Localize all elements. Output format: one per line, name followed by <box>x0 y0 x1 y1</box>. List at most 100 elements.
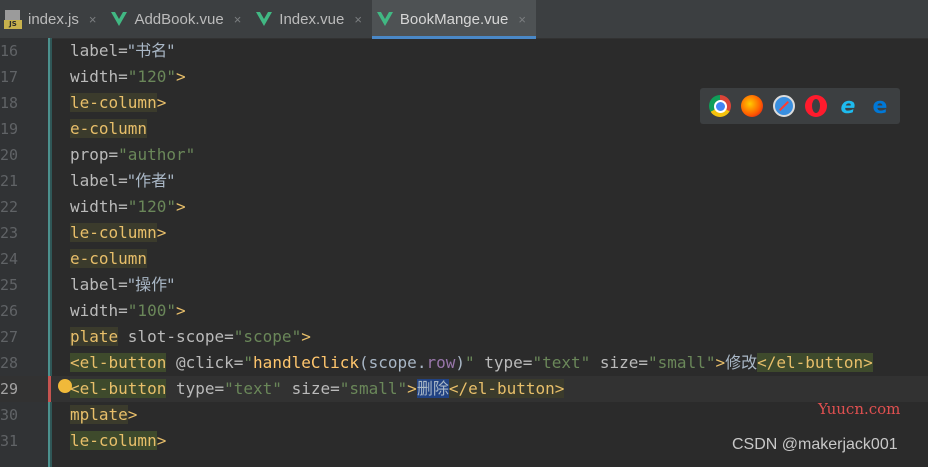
code-tag: plate <box>70 327 119 346</box>
line-number: 30 <box>0 406 19 424</box>
lightbulb-icon[interactable] <box>58 379 72 393</box>
code-tag: el-button <box>79 379 167 398</box>
safari-icon[interactable] <box>773 95 795 117</box>
code-property: row <box>426 353 456 372</box>
tab-label: index.js <box>28 10 79 28</box>
code-attr: type= <box>166 379 225 398</box>
line-number: 29 <box>0 380 19 398</box>
code-attr: prop= <box>70 145 119 164</box>
code-tag: le-column <box>70 93 157 112</box>
opera-icon[interactable] <box>805 95 827 117</box>
tab-label: AddBook.vue <box>134 10 224 28</box>
code-attr: label= <box>70 275 128 294</box>
code-tag: el-button <box>79 353 167 372</box>
code-attr: label= <box>70 41 128 60</box>
code-bracket: > <box>175 67 186 86</box>
code-text: ) <box>455 353 465 372</box>
code-bracket: > <box>301 327 311 346</box>
code-bracket: > <box>156 93 167 112</box>
code-tag: el-button <box>776 353 864 372</box>
vue-file-icon <box>256 12 273 26</box>
code-string: "small" <box>339 379 408 398</box>
code-attr: width= <box>70 67 128 86</box>
code-attr: size= <box>590 353 649 372</box>
tab-bookmange-vue[interactable]: BookMange.vue × <box>371 0 536 39</box>
code-bracket: < <box>70 353 80 372</box>
code-attr: slot-scope= <box>118 327 234 346</box>
code-string: " <box>243 353 254 372</box>
code-tag: el-button <box>468 379 555 398</box>
line-number: 31 <box>0 432 19 450</box>
code-attr: label= <box>70 171 128 190</box>
code-bracket: > <box>156 223 167 242</box>
code-line: 30 mplate> <box>0 402 928 428</box>
code-string: "120" <box>127 67 176 86</box>
line-number: 20 <box>0 146 19 164</box>
code-text: 修改 <box>725 353 758 372</box>
selected-text[interactable]: 删除 <box>416 379 449 398</box>
line-number: 22 <box>0 198 19 216</box>
line-number: 16 <box>0 42 19 60</box>
close-icon[interactable]: × <box>234 12 242 27</box>
line-number: 24 <box>0 250 19 268</box>
line-number: 18 <box>0 94 19 112</box>
code-function: handleClick <box>253 353 360 372</box>
js-file-icon: JS <box>4 9 22 29</box>
tab-addbook-vue[interactable]: AddBook.vue × <box>106 0 251 38</box>
code-string: "100" <box>127 301 176 320</box>
close-icon[interactable]: × <box>518 12 526 27</box>
ie-icon[interactable]: e <box>837 94 859 119</box>
code-line: 27 plate slot-scope="scope"> <box>0 324 928 350</box>
edge-icon[interactable]: e <box>869 94 891 119</box>
code-string: "作者" <box>127 171 175 190</box>
code-attr: type= <box>474 353 533 372</box>
vue-file-icon <box>111 12 128 26</box>
site-watermark: Yuucn.com <box>818 400 901 418</box>
line-number: 28 <box>0 354 19 372</box>
line-number: 21 <box>0 172 19 190</box>
line-number: 26 <box>0 302 19 320</box>
code-line: 16 label="书名" <box>0 38 928 64</box>
code-bracket: > <box>715 353 726 372</box>
code-string: "scope" <box>233 327 302 346</box>
browser-preview-bar: e e <box>700 88 900 124</box>
author-watermark: CSDN @makerjack001 <box>732 436 898 453</box>
code-string: "text" <box>224 379 282 398</box>
code-text: (scope. <box>359 353 427 372</box>
code-tag: e-column <box>70 119 148 138</box>
tab-index-js[interactable]: JS index.js × <box>0 0 106 38</box>
vue-file-icon <box>376 12 393 26</box>
code-bracket: > <box>863 353 873 372</box>
current-code-line: 29 <el-button type="text" size="small">删… <box>0 376 928 402</box>
close-icon[interactable]: × <box>89 12 97 27</box>
code-bracket: > <box>554 379 565 398</box>
tab-index-vue[interactable]: Index.vue × <box>251 0 372 38</box>
chrome-icon[interactable] <box>709 95 731 117</box>
code-string: "书名" <box>127 41 175 60</box>
close-icon[interactable]: × <box>354 12 362 27</box>
code-line: 20 prop="author" <box>0 142 928 168</box>
firefox-icon[interactable] <box>741 95 763 117</box>
code-line: 17 width="120"> <box>0 64 928 90</box>
code-bracket: > <box>127 405 138 424</box>
line-number: 27 <box>0 328 19 346</box>
code-line: 24 e-column <box>0 246 928 272</box>
code-attr: @click= <box>166 353 244 372</box>
code-string: "text" <box>532 353 591 372</box>
code-bracket: </ <box>757 353 777 372</box>
code-line: 21 label="作者" <box>0 168 928 194</box>
code-tag: le-column <box>70 223 157 242</box>
code-bracket: </ <box>448 379 469 398</box>
code-line: 22 width="120"> <box>0 194 928 220</box>
code-attr: width= <box>70 301 128 320</box>
code-bracket: > <box>175 301 186 320</box>
code-string: "操作" <box>127 275 175 294</box>
code-string: "small" <box>648 353 716 372</box>
code-tag: e-column <box>70 249 148 268</box>
code-string: "120" <box>127 197 176 216</box>
code-bracket: > <box>156 431 167 450</box>
code-tag: mplate <box>70 405 128 424</box>
code-line: 23 le-column> <box>0 220 928 246</box>
line-number: 19 <box>0 120 19 138</box>
line-number: 17 <box>0 68 19 86</box>
